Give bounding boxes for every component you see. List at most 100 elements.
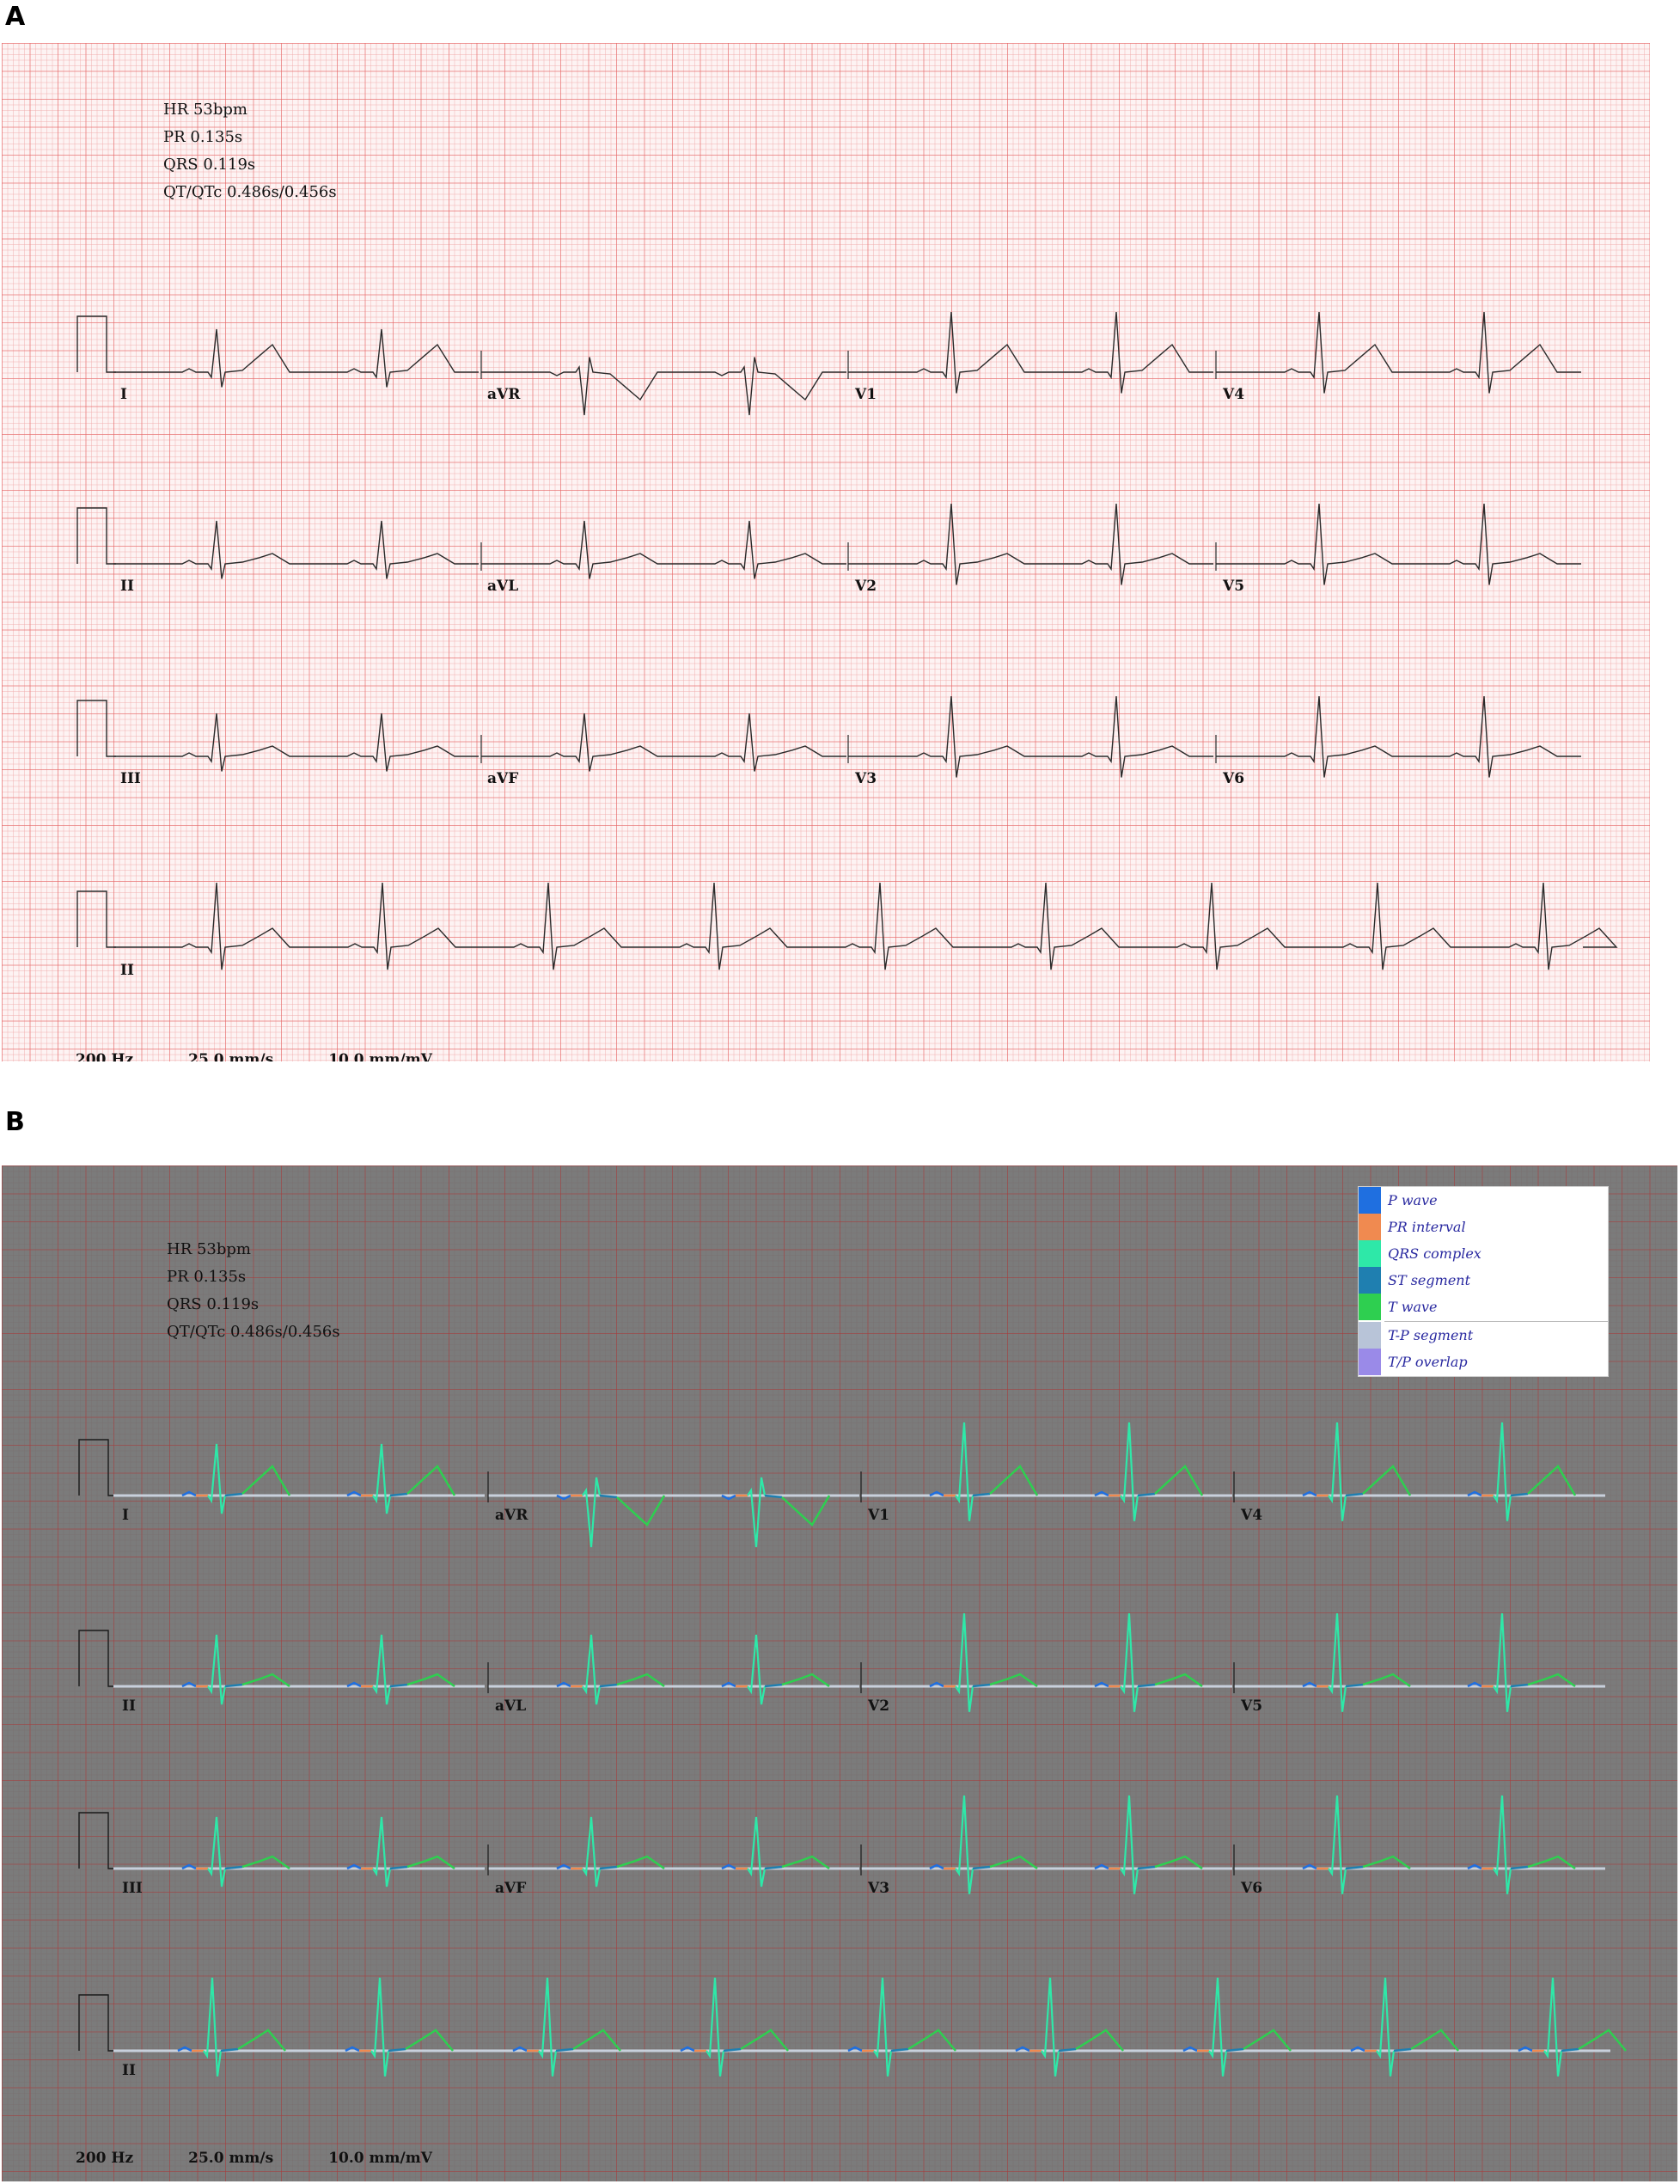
measurements-a: HR 53bpm PR 0.135s QRS 0.119s QT/QTc 0.4… <box>163 96 337 206</box>
gain: 10.0 mm/mV <box>328 2150 432 2167</box>
t-wave-trace <box>1154 1855 1203 1870</box>
qrs-duration: QRS 0.119s <box>167 1295 260 1313</box>
lead-label-aVR: aVR <box>495 1507 528 1524</box>
qrs-complex-trace <box>1493 1612 1512 1712</box>
lead-label-II: II <box>120 578 134 595</box>
qrs-complex-trace <box>1328 1612 1347 1712</box>
qrs-duration: QRS 0.119s <box>163 156 256 174</box>
lead-label-rhythm-II: II <box>120 962 134 979</box>
t-wave-trace <box>907 2028 956 2052</box>
qrs-complex-trace <box>1376 1977 1396 2077</box>
pr-interval: PR 0.135s <box>163 128 243 146</box>
qrs-complex-trace <box>1120 1795 1139 1894</box>
t-wave-trace <box>572 2028 621 2052</box>
qrs-complex-trace <box>370 1977 390 2077</box>
t-wave-trace <box>241 1673 290 1688</box>
lead-label-II: II <box>122 1698 136 1715</box>
t-wave-trace <box>237 2028 286 2052</box>
lead-label-I: I <box>120 386 127 403</box>
recording-settings-a: 200 Hz 25.0 mm/s 10.0 mm/mV <box>76 1051 487 1061</box>
qrs-complex-trace <box>538 1977 558 2077</box>
calibration-pulse <box>78 1812 118 1869</box>
ecg-trace <box>113 713 479 772</box>
lead-label-aVF: aVF <box>495 1880 527 1897</box>
heart-rate: HR 53bpm <box>167 1240 251 1258</box>
calibration-pulse <box>78 1439 118 1496</box>
qrs-complex-trace <box>1120 1422 1139 1521</box>
legend-swatch <box>1359 1294 1381 1320</box>
panel-a-letter: A <box>5 2 26 32</box>
legend-swatch <box>1359 1214 1381 1240</box>
t-wave-trace <box>406 1465 456 1496</box>
qrs-complex-trace <box>372 1443 392 1514</box>
t-wave-trace <box>406 1855 455 1870</box>
legend-swatch <box>1359 1267 1381 1294</box>
qrs-complex-trace <box>1328 1422 1347 1521</box>
t-wave-trace <box>740 2028 789 2052</box>
calibration-pulse <box>78 1630 118 1687</box>
lead-label-I: I <box>122 1507 129 1524</box>
qrs-complex-trace <box>1041 1977 1060 2077</box>
legend-item-qrs-complex: QRS complex <box>1359 1240 1608 1267</box>
t-wave-trace <box>241 1855 290 1870</box>
qrs-complex-trace <box>1208 1977 1228 2077</box>
t-wave-trace <box>1075 2028 1124 2052</box>
t-wave-trace <box>989 1465 1039 1496</box>
t-wave-trace <box>616 1495 666 1526</box>
t-wave-trace <box>616 1855 665 1870</box>
lead-label-V2: V2 <box>855 578 877 595</box>
t-wave-trace <box>989 1673 1038 1688</box>
paper-speed: 25.0 mm/s <box>188 2150 274 2167</box>
legend-label: PR interval <box>1388 1219 1466 1235</box>
qt-qtc: QT/QTc 0.486s/0.456s <box>163 183 337 201</box>
lead-label-III: III <box>122 1880 143 1897</box>
qt-qtc: QT/QTc 0.486s/0.456s <box>167 1323 340 1341</box>
pr-interval: PR 0.135s <box>167 1268 247 1286</box>
t-wave-trace <box>989 1855 1038 1870</box>
measurements-b: HR 53bpm PR 0.135s QRS 0.119s QT/QTc 0.4… <box>167 1236 340 1346</box>
t-wave-trace <box>1243 2028 1292 2052</box>
qrs-complex-trace <box>873 1977 893 2077</box>
calibration-pulse <box>76 507 116 565</box>
qrs-complex-trace <box>582 1477 602 1548</box>
legend-label: T wave <box>1388 1299 1438 1315</box>
qrs-complex-trace <box>747 1816 767 1887</box>
gain: 10.0 mm/mV <box>328 1051 432 1061</box>
t-wave-trace <box>1362 1465 1412 1496</box>
ecg-trace <box>848 503 1213 585</box>
legend-label: T/P overlap <box>1388 1354 1468 1370</box>
legend-swatch <box>1359 1322 1381 1349</box>
qrs-complex-trace <box>1120 1612 1139 1712</box>
lead-label-V1: V1 <box>868 1507 890 1524</box>
t-wave-trace <box>1154 1673 1203 1688</box>
lead-label-V5: V5 <box>1223 578 1245 595</box>
qrs-complex-trace <box>207 1634 227 1705</box>
lead-label-V6: V6 <box>1223 770 1245 787</box>
qrs-complex-trace <box>955 1795 974 1894</box>
legend-label: T-P segment <box>1388 1327 1474 1343</box>
calibration-pulse <box>76 700 116 757</box>
qrs-complex-trace <box>1493 1795 1512 1894</box>
t-wave-trace <box>1362 1855 1411 1870</box>
ecg-trace <box>113 520 479 579</box>
ecg-trace <box>113 328 479 388</box>
sampling-rate: 200 Hz <box>76 1051 134 1061</box>
legend-item-tp-segment: T-P segment <box>1359 1322 1608 1349</box>
calibration-pulse <box>78 1994 118 2052</box>
t-wave-trace <box>1410 2028 1459 2052</box>
qrs-complex-trace <box>747 1477 767 1548</box>
ecg-trace <box>481 520 846 579</box>
lead-label-rhythm-II: II <box>122 2062 136 2079</box>
lead-label-V1: V1 <box>855 386 877 403</box>
lead-label-V3: V3 <box>855 770 877 787</box>
recording-settings-b: 200 Hz 25.0 mm/s 10.0 mm/mV <box>76 2150 487 2167</box>
legend-item-st-segment: ST segment <box>1359 1267 1608 1294</box>
legend-swatch <box>1359 1187 1381 1214</box>
t-wave-trace <box>1154 1465 1204 1496</box>
qrs-complex-trace <box>582 1634 602 1705</box>
panel-b-letter: B <box>5 1107 25 1137</box>
calibration-pulse <box>76 315 116 373</box>
ecg-trace <box>848 695 1213 778</box>
lead-label-aVL: aVL <box>495 1698 527 1715</box>
legend-item-t-wave: T wave <box>1359 1294 1608 1320</box>
